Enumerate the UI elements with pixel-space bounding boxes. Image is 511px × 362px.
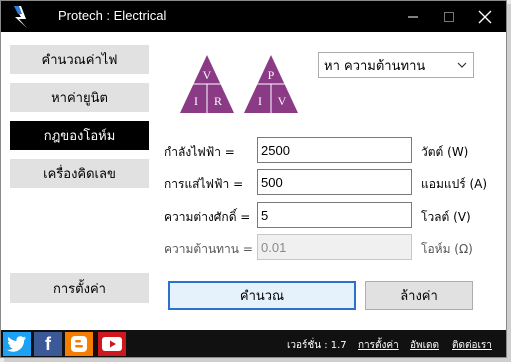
chevron-down-icon — [457, 62, 467, 68]
close-button[interactable] — [467, 1, 503, 32]
app-window: Protech : Electrical คำนวณค่าไฟ หาค่ายูน… — [0, 0, 507, 358]
window-title: Protech : Electrical — [58, 8, 167, 23]
version-text: เวอร์ชั่น : 1.7 — [287, 340, 347, 351]
vir-triangle-right: R — [214, 94, 222, 108]
facebook-icon[interactable]: f — [34, 332, 62, 356]
maximize-icon — [444, 11, 454, 22]
sidebar-item-settings[interactable]: การตั้งค่า — [10, 273, 149, 303]
vir-triangle: V I R — [180, 55, 234, 113]
twitter-icon[interactable] — [3, 332, 31, 356]
blogger-icon[interactable] — [65, 332, 93, 356]
voltage-unit: โวลต์ (V) — [421, 210, 471, 224]
voltage-input[interactable]: 5 — [257, 202, 412, 228]
close-icon — [478, 10, 492, 23]
youtube-glyph — [102, 337, 122, 351]
youtube-icon[interactable] — [98, 332, 126, 356]
sidebar-item-electric-bill[interactable]: คำนวณค่าไฟ — [10, 45, 149, 74]
vir-triangle-top: V — [203, 68, 212, 82]
mode-select-value: หา ความต้านทาน — [324, 58, 426, 74]
sidebar-item-calculator[interactable]: เครื่องคิดเลข — [10, 159, 149, 188]
footer-update-link[interactable]: อัพเดต — [410, 338, 439, 353]
current-input[interactable]: 500 — [257, 169, 412, 195]
lightning-icon — [14, 6, 27, 28]
resistance-label: ความต้านทาน = — [164, 242, 253, 256]
calculate-button[interactable]: คำนวณ — [168, 281, 356, 310]
blogger-glyph — [71, 336, 87, 352]
footer-settings-link[interactable]: การตั้งค่า — [358, 338, 399, 353]
power-label: กำลังไฟฟ้า = — [164, 145, 235, 159]
sidebar-item-unit[interactable]: หาค่ายูนิต — [10, 83, 149, 112]
twitter-bird-glyph — [7, 336, 26, 352]
piv-triangle-top: P — [268, 68, 275, 82]
voltage-label: ความต่างศักดิ์ = — [164, 210, 251, 224]
title-bar[interactable]: Protech : Electrical — [1, 1, 506, 32]
piv-triangle-left: I — [258, 94, 262, 108]
minimize-button[interactable] — [395, 1, 431, 32]
footer-bar: f เวอร์ชั่น : 1.7 การตั้งค่า อัพเดต ติดต… — [1, 330, 506, 357]
maximize-button[interactable] — [431, 1, 467, 32]
resistance-output: 0.01 — [257, 234, 412, 260]
vir-triangle-left: I — [194, 94, 198, 108]
power-unit: วัตต์ (W) — [421, 145, 469, 159]
piv-triangle-right: V — [278, 94, 287, 108]
footer-contact-link[interactable]: ติดต่อเรา — [452, 338, 492, 353]
current-label: การแส่ไฟฟ้า = — [164, 177, 244, 191]
resistance-unit: โอห์ม (Ω) — [421, 242, 473, 256]
current-unit: แอมแปร์ (A) — [421, 177, 488, 191]
clear-button[interactable]: ล้างค่า — [365, 281, 473, 310]
power-input[interactable]: 2500 — [257, 137, 412, 163]
piv-triangle: P I V — [244, 55, 298, 113]
sidebar-item-ohms-law[interactable]: กฎของโอห์ม — [10, 121, 149, 150]
mode-select[interactable]: หา ความต้านทาน — [318, 52, 474, 78]
minimize-icon — [408, 16, 418, 17]
